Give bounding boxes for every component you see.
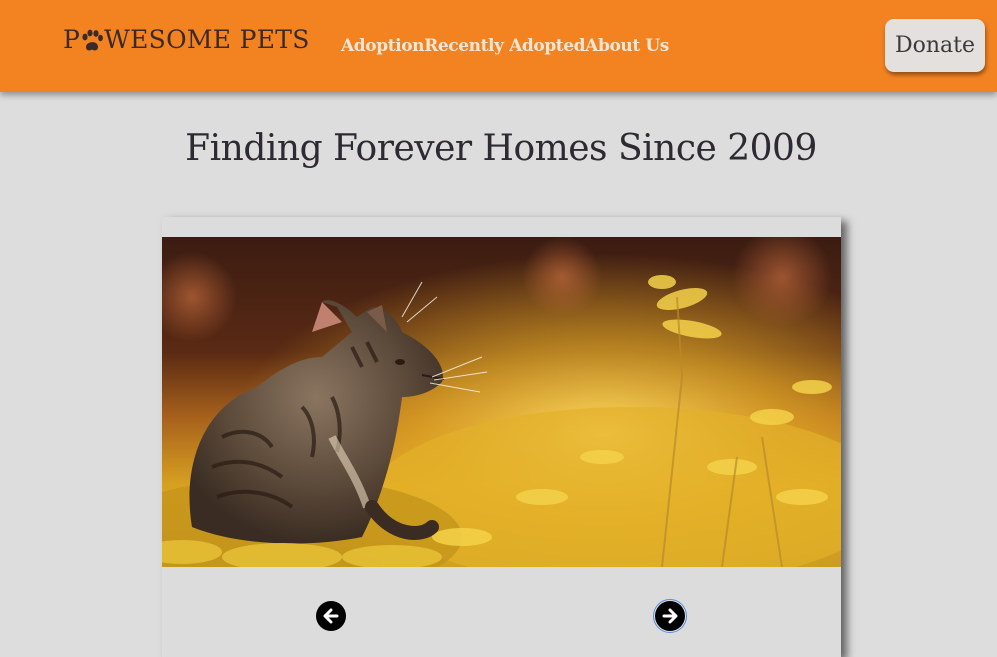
site-header: P WESOME PETS Adoption Recently Adopted …	[0, 0, 997, 92]
carousel-prev-button[interactable]	[316, 601, 346, 631]
arrow-right-icon	[662, 608, 678, 624]
page-title: Finding Forever Homes Since 2009	[185, 128, 817, 169]
logo-text-start: P	[63, 25, 81, 54]
paw-icon	[81, 29, 104, 53]
nav-link-adoption[interactable]: Adoption	[341, 36, 425, 56]
nav-link-recently-adopted[interactable]: Recently Adopted	[424, 36, 585, 56]
carousel-next-button[interactable]	[653, 599, 687, 633]
donate-button[interactable]: Donate	[885, 19, 985, 72]
site-logo[interactable]: P WESOME PETS	[63, 25, 310, 54]
carousel-image	[162, 237, 841, 567]
kitten-photo	[162, 237, 841, 567]
main-nav: Adoption Recently Adopted About Us	[341, 36, 669, 56]
image-carousel	[162, 217, 841, 657]
logo-text-end: WESOME PETS	[104, 25, 310, 54]
nav-link-about-us[interactable]: About Us	[585, 36, 669, 56]
arrow-left-icon	[323, 608, 339, 624]
